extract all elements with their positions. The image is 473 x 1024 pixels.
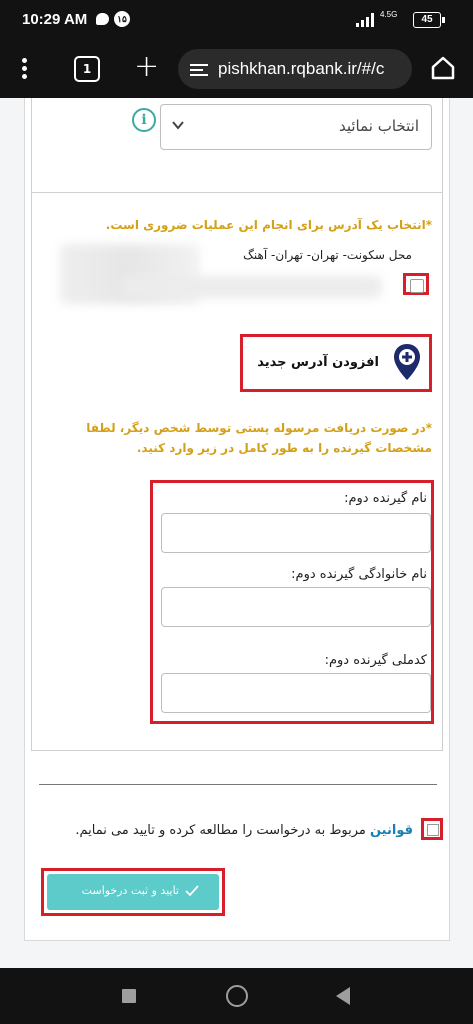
- national-id-label: کدملی گیرنده دوم:: [324, 653, 427, 668]
- url-bar[interactable]: pishkhan.rqbank.ir/#/c: [178, 49, 412, 89]
- status-time: 10:29 AM: [22, 11, 88, 28]
- address-section: انتخاب نمائید i *انتخاب یک آدرس برای انج…: [31, 98, 443, 751]
- first-name-label: نام گیرنده دوم:: [344, 491, 427, 506]
- home-icon[interactable]: [430, 55, 456, 81]
- terms-checkbox[interactable]: [427, 824, 439, 836]
- notification-badge: ۱۵: [114, 11, 130, 27]
- check-icon: [185, 885, 199, 897]
- address-select[interactable]: انتخاب نمائید: [160, 104, 432, 150]
- address-checkbox[interactable]: [410, 279, 424, 293]
- location-pin-plus-icon: [394, 344, 420, 380]
- terms-statement: مربوط به درخواست را مطالعه کرده و تایید …: [75, 823, 370, 838]
- tab-switcher-button[interactable]: 1: [74, 56, 100, 82]
- request-card: انتخاب نمائید i *انتخاب یک آدرس برای انج…: [24, 98, 450, 941]
- home-button-icon[interactable]: [226, 985, 248, 1007]
- divider: [39, 784, 437, 785]
- submit-highlight: تایید و ثبت درخواست: [41, 868, 225, 916]
- second-recipient-fields: نام گیرنده دوم: نام خانوادگی گیرنده دوم:…: [150, 480, 434, 724]
- message-icon: [96, 13, 109, 25]
- national-id-input[interactable]: [161, 673, 431, 713]
- terms-checkbox-highlight[interactable]: [421, 818, 443, 840]
- submit-label: تایید و ثبت درخواست: [81, 884, 179, 897]
- url-text[interactable]: pishkhan.rqbank.ir/#/c: [218, 59, 384, 79]
- info-icon[interactable]: i: [132, 108, 156, 132]
- required-address-note: *انتخاب یک آدرس برای انجام این عملیات ضر…: [105, 218, 432, 232]
- redacted-address-line: [122, 276, 382, 298]
- select-value: انتخاب نمائید: [338, 117, 419, 135]
- browser-toolbar: 1 + pishkhan.rqbank.ir/#/c: [0, 40, 473, 98]
- recent-apps-icon[interactable]: [122, 989, 136, 1003]
- new-tab-button[interactable]: +: [134, 49, 159, 85]
- address-checkbox-highlight[interactable]: [403, 273, 429, 295]
- divider: [32, 192, 442, 193]
- page-content: انتخاب نمائید i *انتخاب یک آدرس برای انج…: [0, 98, 473, 968]
- submit-request-button[interactable]: تایید و ثبت درخواست: [47, 874, 219, 910]
- second-recipient-note: *در صورت دریافت مرسوله پستی توسط شخص دیگ…: [86, 421, 432, 455]
- address-option-text: محل سکونت- تهران- تهران- آهنگ: [243, 248, 412, 262]
- battery-tip: [442, 17, 445, 23]
- terms-link[interactable]: قوانین: [370, 823, 413, 838]
- last-name-label: نام خانوادگی گیرنده دوم:: [291, 567, 427, 582]
- network-type: 4.5G: [380, 10, 398, 19]
- signal-icon: [356, 13, 374, 27]
- more-menu-icon[interactable]: [22, 58, 28, 80]
- first-name-input[interactable]: [161, 513, 431, 553]
- last-name-input[interactable]: [161, 587, 431, 627]
- battery-icon: 45: [413, 12, 441, 28]
- add-new-address-button[interactable]: افزودن آدرس جدید: [240, 334, 432, 392]
- terms-row: قوانین مربوط به درخواست را مطالعه کرده و…: [25, 814, 449, 864]
- terms-text: قوانین مربوط به درخواست را مطالعه کرده و…: [43, 820, 413, 842]
- chevron-down-icon: [172, 121, 184, 130]
- add-address-label: افزودن آدرس جدید: [257, 355, 379, 370]
- site-settings-icon[interactable]: [190, 61, 208, 77]
- status-bar: 10:29 AM ۱۵ 4.5G 45: [0, 0, 473, 40]
- back-icon[interactable]: [336, 987, 350, 1005]
- system-nav-bar: [0, 968, 473, 1024]
